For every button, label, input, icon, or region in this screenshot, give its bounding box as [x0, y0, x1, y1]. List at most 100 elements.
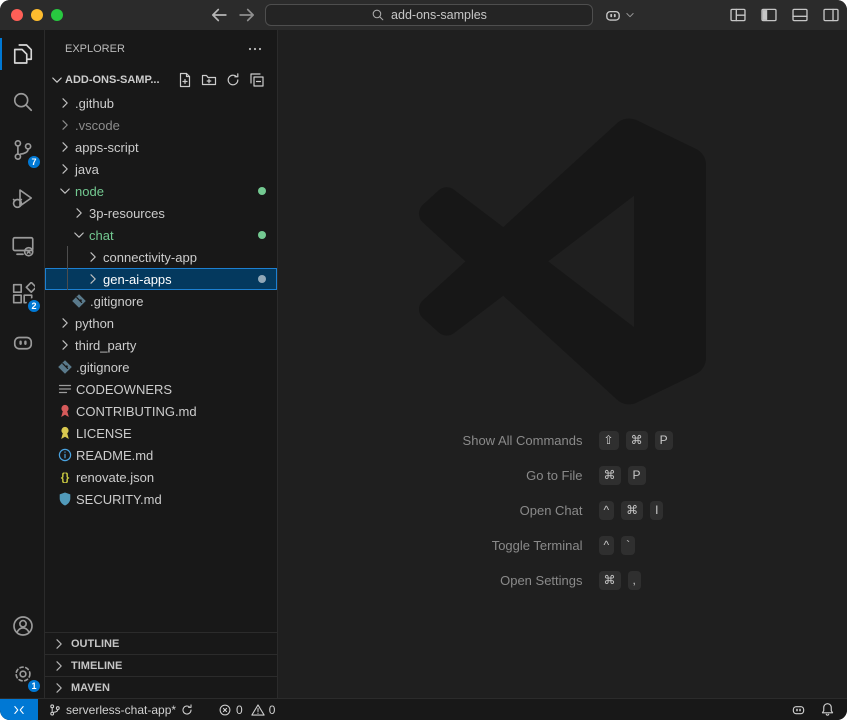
error-icon — [218, 703, 232, 717]
tree-item-label: node — [75, 184, 104, 199]
tree-item-readme-md[interactable]: README.md — [45, 444, 277, 466]
tree-item-label: 3p-resources — [89, 206, 165, 221]
copilot-menu-button[interactable] — [601, 4, 639, 26]
ellipsis-icon[interactable] — [247, 41, 263, 57]
workspace-section-header[interactable]: ADD-ONS-SAMP... — [45, 68, 277, 92]
command-center-search[interactable]: add-ons-samples — [265, 4, 593, 26]
tree-item-label: .gitignore — [76, 360, 129, 375]
chevron-right-icon — [85, 271, 101, 287]
bell-icon[interactable] — [820, 702, 835, 717]
files-icon — [11, 42, 35, 66]
badge: 2 — [26, 298, 42, 314]
activity-item-explorer[interactable] — [0, 30, 45, 78]
activity-item-source-control[interactable]: 7 — [0, 126, 45, 174]
tree-item-third-party[interactable]: third_party — [45, 334, 277, 356]
account-icon — [11, 614, 35, 638]
tree-item-security-md[interactable]: SECURITY.md — [45, 488, 277, 510]
collapse-all-icon[interactable] — [249, 72, 265, 88]
tree-item-label: SECURITY.md — [76, 492, 162, 507]
back-button[interactable] — [208, 5, 230, 25]
tree-item--github[interactable]: .github — [45, 92, 277, 114]
shortcut-keys: ^` — [583, 536, 793, 555]
tree-item-label: java — [75, 162, 99, 177]
chevron-right-icon — [57, 95, 73, 111]
keycap: , — [628, 571, 641, 590]
workspace-name: add-ons-samples — [391, 8, 487, 22]
tree-item-label: third_party — [75, 338, 136, 353]
tree-item-java[interactable]: java — [45, 158, 277, 180]
tree-item-contributing-md[interactable]: CONTRIBUTING.md — [45, 400, 277, 422]
svg-text:{}: {} — [61, 472, 70, 484]
search-icon — [11, 90, 35, 114]
tree-item-apps-script[interactable]: apps-script — [45, 136, 277, 158]
ribbon-yellow-icon — [57, 425, 73, 441]
git-icon — [71, 293, 87, 309]
activity-item-accounts[interactable] — [0, 602, 45, 650]
keycap: ⌘ — [599, 571, 621, 590]
tree-item-label: .vscode — [75, 118, 120, 133]
maximize-button[interactable] — [51, 9, 63, 21]
toggle-panel-icon[interactable] — [791, 6, 809, 24]
toggle-secondary-sidebar-icon[interactable] — [822, 6, 840, 24]
sidebar-title: EXPLORER — [65, 43, 125, 55]
activity-item-remote-explorer[interactable] — [0, 222, 45, 270]
shortcut-label: Open Chat — [333, 503, 583, 518]
customize-layout-icon[interactable] — [729, 6, 747, 24]
problems-status[interactable]: 0 0 — [218, 703, 275, 717]
tree-item--gitignore[interactable]: .gitignore — [45, 356, 277, 378]
close-button[interactable] — [11, 9, 23, 21]
keycap: P — [655, 431, 673, 450]
keycap: ⌘ — [599, 466, 621, 485]
tree-item-python[interactable]: python — [45, 312, 277, 334]
git-branch-status[interactable]: serverless-chat-app* — [48, 703, 194, 717]
activity-item-settings[interactable]: 1 — [0, 650, 45, 698]
shortcut-label: Show All Commands — [333, 433, 583, 448]
tree-item-connectivity-app[interactable]: connectivity-app — [45, 246, 277, 268]
activity-item-search[interactable] — [0, 78, 45, 126]
panel-maven[interactable]: MAVEN — [45, 676, 277, 698]
shortcut-keys: ⇧ ⌘ P — [583, 431, 793, 450]
activity-item-copilot-chat[interactable] — [0, 318, 45, 366]
activity-item-extensions[interactable]: 2 — [0, 270, 45, 318]
chevron-right-icon — [51, 680, 67, 696]
tree-item-license[interactable]: LICENSE — [45, 422, 277, 444]
toggle-primary-sidebar-icon[interactable] — [760, 6, 778, 24]
forward-button[interactable] — [236, 5, 258, 25]
panel-outline[interactable]: OUTLINE — [45, 632, 277, 654]
new-folder-icon[interactable] — [201, 72, 217, 88]
refresh-icon[interactable] — [225, 72, 241, 88]
keycap: ⌘ — [621, 501, 643, 520]
tree-item--vscode[interactable]: .vscode — [45, 114, 277, 136]
new-file-icon[interactable] — [177, 72, 193, 88]
copilot-icon[interactable] — [791, 702, 806, 717]
sync-icon — [180, 703, 194, 717]
remote-explorer-icon — [11, 234, 35, 258]
minimize-button[interactable] — [31, 9, 43, 21]
git-modified-dot — [258, 275, 266, 283]
keycap: ^ — [599, 501, 615, 520]
warning-icon — [251, 703, 265, 717]
tree-item--gitignore[interactable]: .gitignore — [45, 290, 277, 312]
tree-item-codeowners[interactable]: CODEOWNERS — [45, 378, 277, 400]
tree-item-node[interactable]: node — [45, 180, 277, 202]
tree-item-gen-ai-apps[interactable]: gen-ai-apps — [45, 268, 277, 290]
tree-item-chat[interactable]: chat — [45, 224, 277, 246]
tree-item-renovate-json[interactable]: {}renovate.json — [45, 466, 277, 488]
tree-item-label: apps-script — [75, 140, 139, 155]
keycap: ⌘ — [626, 431, 648, 450]
tree-item-3p-resources[interactable]: 3p-resources — [45, 202, 277, 224]
panel-label: TIMELINE — [71, 660, 122, 672]
status-bar: serverless-chat-app* 0 0 — [0, 698, 847, 720]
git-modified-dot — [258, 231, 266, 239]
git-icon — [57, 359, 73, 375]
chevron-right-icon — [57, 139, 73, 155]
keycap: ⇧ — [599, 431, 619, 450]
window-controls — [11, 9, 63, 21]
title-bar: add-ons-samples — [0, 0, 847, 30]
remote-indicator[interactable] — [0, 699, 38, 720]
panel-timeline[interactable]: TIMELINE — [45, 654, 277, 676]
ribbon-red-icon — [57, 403, 73, 419]
activity-item-run-debug[interactable] — [0, 174, 45, 222]
file-tree: .github .vscode apps-script java node 3p-reso… — [45, 92, 277, 510]
sidebar-panels: OUTLINE TIMELINE MAVEN — [45, 632, 277, 698]
